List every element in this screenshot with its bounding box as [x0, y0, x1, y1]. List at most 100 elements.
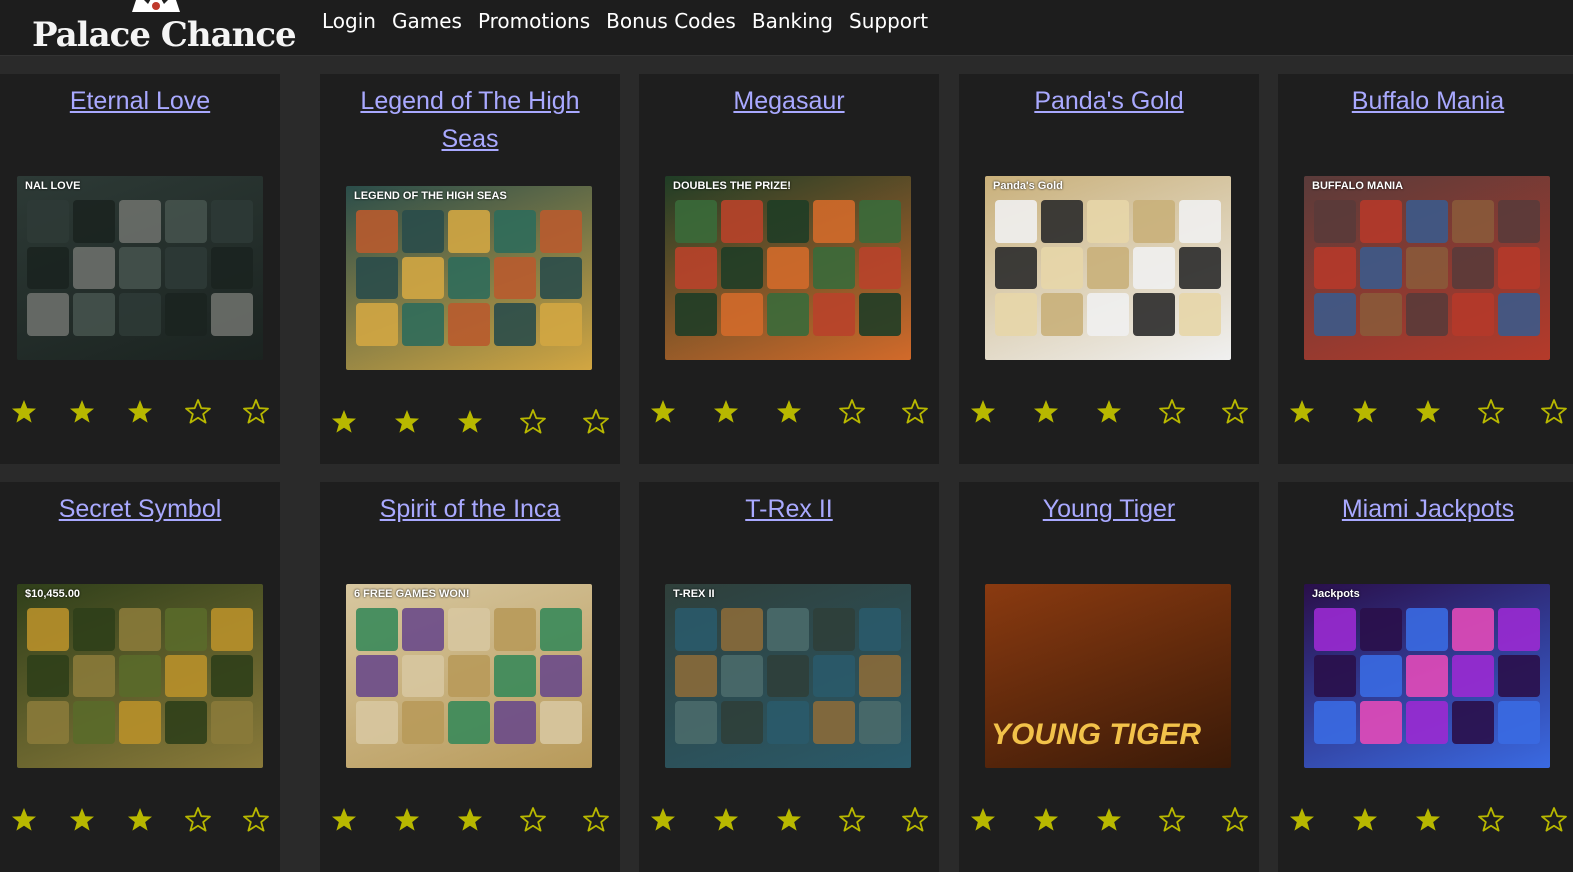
reel-symbol — [73, 701, 115, 744]
star-filled-icon[interactable] — [1351, 398, 1379, 426]
star-filled-icon[interactable] — [775, 806, 803, 834]
reel-symbol — [1087, 246, 1129, 290]
star-rating[interactable] — [959, 398, 1259, 426]
star-filled-icon[interactable] — [1095, 398, 1123, 426]
star-filled-icon[interactable] — [68, 806, 96, 834]
star-empty-icon[interactable] — [184, 398, 212, 426]
star-filled-icon[interactable] — [969, 806, 997, 834]
star-empty-icon[interactable] — [1221, 398, 1249, 426]
game-thumbnail[interactable]: YOUNG TIGER — [985, 584, 1231, 768]
game-thumbnail[interactable]: 6 FREE GAMES WON! — [346, 584, 592, 768]
star-filled-icon[interactable] — [775, 398, 803, 426]
star-filled-icon[interactable] — [330, 806, 358, 834]
star-empty-icon[interactable] — [1158, 806, 1186, 834]
star-rating[interactable] — [639, 398, 939, 426]
star-empty-icon[interactable] — [519, 806, 547, 834]
game-title-link[interactable]: Megasaur — [639, 82, 939, 120]
game-title-link[interactable]: Eternal Love — [0, 82, 280, 120]
star-rating[interactable] — [320, 806, 620, 834]
star-empty-icon[interactable] — [1477, 398, 1505, 426]
star-filled-icon[interactable] — [1414, 806, 1442, 834]
game-thumbnail[interactable]: T-REX II — [665, 584, 911, 768]
reel-symbol — [356, 608, 398, 651]
nav-login[interactable]: Login — [322, 6, 376, 36]
star-filled-icon[interactable] — [712, 398, 740, 426]
nav-banking[interactable]: Banking — [752, 6, 833, 36]
star-filled-icon[interactable] — [1032, 806, 1060, 834]
game-card: Buffalo Mania BUFFALO MANIA — [1278, 74, 1573, 464]
game-title-link[interactable]: Secret Symbol — [0, 490, 280, 528]
star-empty-icon[interactable] — [582, 408, 610, 436]
nav-promotions[interactable]: Promotions — [478, 6, 590, 36]
game-thumbnail[interactable]: LEGEND OF THE HIGH SEAS — [346, 186, 592, 370]
star-empty-icon[interactable] — [1540, 806, 1568, 834]
star-rating[interactable] — [1278, 806, 1573, 834]
star-rating[interactable] — [1278, 398, 1573, 426]
star-filled-icon[interactable] — [456, 408, 484, 436]
star-filled-icon[interactable] — [1288, 398, 1316, 426]
game-title-link[interactable]: Young Tiger — [959, 490, 1259, 528]
star-filled-icon[interactable] — [1288, 806, 1316, 834]
star-empty-icon[interactable] — [1540, 398, 1568, 426]
star-filled-icon[interactable] — [649, 398, 677, 426]
star-empty-icon[interactable] — [242, 806, 270, 834]
star-empty-icon[interactable] — [1477, 806, 1505, 834]
nav-support[interactable]: Support — [849, 6, 928, 36]
reel-symbol — [494, 608, 536, 651]
nav-games[interactable]: Games — [392, 6, 462, 36]
star-empty-icon[interactable] — [838, 398, 866, 426]
game-title-link[interactable]: Spirit of the Inca — [320, 490, 620, 528]
star-filled-icon[interactable] — [393, 806, 421, 834]
game-title-link[interactable]: Miami Jackpots — [1278, 490, 1573, 528]
nav-bonus-codes[interactable]: Bonus Codes — [606, 6, 736, 36]
game-title-link[interactable]: Panda's Gold — [959, 82, 1259, 120]
star-filled-icon[interactable] — [649, 806, 677, 834]
palace-chance-logo[interactable]: Palace Chance — [24, 0, 297, 55]
star-empty-icon[interactable] — [1221, 806, 1249, 834]
reel-symbol — [494, 210, 536, 253]
star-empty-icon[interactable] — [1158, 398, 1186, 426]
star-filled-icon[interactable] — [1351, 806, 1379, 834]
star-rating[interactable] — [0, 806, 280, 834]
star-rating[interactable] — [639, 806, 939, 834]
game-thumbnail[interactable]: NAL LOVE — [17, 176, 263, 360]
star-filled-icon[interactable] — [969, 398, 997, 426]
star-filled-icon[interactable] — [126, 398, 154, 426]
star-rating[interactable] — [320, 408, 620, 436]
star-filled-icon[interactable] — [68, 398, 96, 426]
reel-symbol — [675, 246, 717, 290]
star-filled-icon[interactable] — [1032, 398, 1060, 426]
game-title-link[interactable]: Legend of The High Seas — [320, 82, 620, 158]
reel-symbol — [859, 701, 901, 744]
star-rating[interactable] — [959, 806, 1259, 834]
star-empty-icon[interactable] — [242, 398, 270, 426]
reel-symbol — [119, 608, 161, 651]
star-filled-icon[interactable] — [10, 398, 38, 426]
game-thumbnail[interactable]: DOUBLES THE PRIZE! — [665, 176, 911, 360]
reel-symbol — [859, 200, 901, 243]
star-empty-icon[interactable] — [901, 398, 929, 426]
star-filled-icon[interactable] — [10, 806, 38, 834]
game-title-link[interactable]: T-Rex II — [639, 490, 939, 528]
star-filled-icon[interactable] — [1414, 398, 1442, 426]
main-nav: Login Games Promotions Bonus Codes Banki… — [322, 6, 944, 36]
star-empty-icon[interactable] — [184, 806, 212, 834]
star-rating[interactable] — [0, 398, 280, 426]
star-filled-icon[interactable] — [393, 408, 421, 436]
star-filled-icon[interactable] — [712, 806, 740, 834]
game-thumbnail[interactable]: Panda's Gold — [985, 176, 1231, 360]
reel-symbol — [721, 654, 763, 698]
star-filled-icon[interactable] — [456, 806, 484, 834]
star-filled-icon[interactable] — [330, 408, 358, 436]
game-thumbnail[interactable]: $10,455.00 — [17, 584, 263, 768]
star-filled-icon[interactable] — [1095, 806, 1123, 834]
star-empty-icon[interactable] — [582, 806, 610, 834]
reel-symbol — [1360, 701, 1402, 744]
game-thumbnail[interactable]: BUFFALO MANIA — [1304, 176, 1550, 360]
game-thumbnail[interactable]: Jackpots — [1304, 584, 1550, 768]
star-empty-icon[interactable] — [838, 806, 866, 834]
star-empty-icon[interactable] — [519, 408, 547, 436]
game-title-link[interactable]: Buffalo Mania — [1278, 82, 1573, 120]
star-filled-icon[interactable] — [126, 806, 154, 834]
star-empty-icon[interactable] — [901, 806, 929, 834]
